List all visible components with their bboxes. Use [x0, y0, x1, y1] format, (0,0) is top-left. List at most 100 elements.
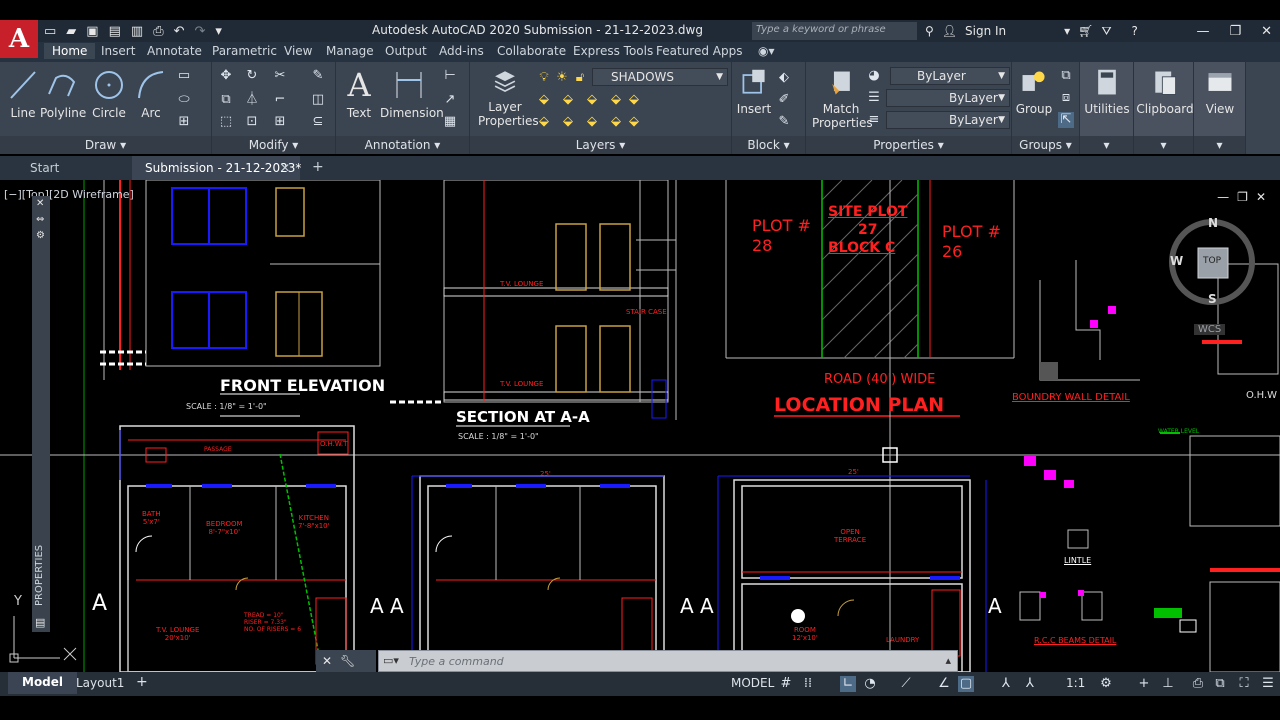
tab-output[interactable]: Output: [385, 44, 427, 58]
layer-properties-button[interactable]: Layer Properties: [478, 68, 539, 128]
qat-dropdown-icon[interactable]: ▾: [215, 24, 222, 39]
new-file-icon[interactable]: ▭: [44, 24, 56, 39]
polar-tracking-icon[interactable]: ◔: [862, 676, 878, 692]
trim-icon[interactable]: ✂: [272, 68, 288, 84]
rotate-icon[interactable]: ↻: [244, 68, 260, 84]
text-button[interactable]: A Text: [342, 68, 376, 120]
layer-freeze-icon[interactable]: ☀: [554, 70, 570, 86]
close-tab-icon[interactable]: ✕: [280, 161, 290, 175]
circle-button[interactable]: Circle: [90, 68, 128, 120]
gradient-icon[interactable]: ⊞: [176, 114, 192, 130]
fillet-icon[interactable]: ⌐: [272, 92, 288, 108]
layer-tool-icon-3[interactable]: ⬙: [584, 92, 600, 108]
clipboard-button[interactable]: Clipboard: [1136, 68, 1194, 116]
linear-dim-icon[interactable]: ⊢: [442, 68, 458, 84]
view-expand[interactable]: ▾: [1194, 136, 1245, 154]
view-button[interactable]: View: [1196, 68, 1244, 116]
object-snap-tracking-icon[interactable]: ∠: [936, 676, 952, 692]
model-layout-tab[interactable]: Model: [8, 672, 78, 694]
new-tab-icon[interactable]: +: [312, 159, 324, 175]
plot-icon[interactable]: ⎙: [153, 24, 163, 39]
layer-tool-icon-1[interactable]: ⬙: [536, 92, 552, 108]
tab-annotate[interactable]: Annotate: [147, 44, 202, 58]
add-layout-button[interactable]: +: [136, 674, 148, 690]
layer-tool-icon-8[interactable]: ⬙: [584, 114, 600, 130]
annotation-monitor-icon[interactable]: +: [1136, 676, 1152, 692]
explode-icon[interactable]: ◫: [310, 92, 326, 108]
user-icon[interactable]: 👤︎: [942, 24, 957, 38]
save-as-icon[interactable]: ▤: [109, 24, 121, 39]
compass-west[interactable]: W: [1170, 254, 1183, 268]
modify-panel-title[interactable]: Modify ▾: [212, 136, 335, 154]
quick-properties-icon[interactable]: ⎙: [1190, 676, 1206, 692]
properties-panel-title[interactable]: Properties ▾: [806, 136, 1011, 154]
command-expand-icon[interactable]: ▴: [945, 654, 951, 667]
viewport-controls-label[interactable]: [−][Top][2D Wireframe]: [4, 188, 134, 201]
layer-tool-icon-2[interactable]: ⬙: [560, 92, 576, 108]
annotation-scale[interactable]: 1:1: [1066, 676, 1085, 690]
utilities-expand[interactable]: ▾: [1080, 136, 1133, 154]
viewcube-top[interactable]: TOP: [1203, 256, 1221, 266]
grid-icon[interactable]: #: [778, 676, 794, 692]
properties-palette[interactable]: ✕ ⇔ ⚙ PROPERTIES ▤: [32, 196, 50, 632]
help-icon[interactable]: ?: [1132, 24, 1138, 38]
layer-tool-icon-5[interactable]: ⬙: [626, 92, 642, 108]
layer-tool-icon-6[interactable]: ⬙: [536, 114, 552, 130]
arc-button[interactable]: Arc: [134, 68, 168, 120]
layer-dropdown[interactable]: SHADOWS ▼: [592, 68, 728, 86]
viewport-close-icon[interactable]: ✕: [1256, 190, 1266, 204]
group-edit-icon[interactable]: ⧈: [1058, 90, 1074, 106]
copy-icon[interactable]: ⧉: [218, 92, 234, 108]
compass-south[interactable]: S: [1208, 292, 1217, 306]
block-panel-title[interactable]: Block ▾: [732, 136, 805, 154]
tab-view[interactable]: View: [284, 44, 312, 58]
command-input[interactable]: ▭▾ Type a command ▴: [378, 650, 958, 672]
lock-ui-icon[interactable]: ⧉: [1212, 676, 1228, 692]
tab-collaborate[interactable]: Collaborate: [497, 44, 566, 58]
close-icon[interactable]: ✕: [1261, 24, 1272, 39]
lineweight-icon[interactable]: ≡: [866, 112, 882, 128]
wcs-menu[interactable]: WCS: [1194, 324, 1226, 335]
open-folder-icon[interactable]: ▰: [66, 24, 76, 39]
tab-add-ins[interactable]: Add-ins: [439, 44, 484, 58]
dimension-button[interactable]: Dimension: [380, 68, 444, 120]
command-history-icon[interactable]: ▭▾: [383, 654, 399, 667]
save-icon[interactable]: ▣: [86, 24, 98, 39]
leader-icon[interactable]: ↗: [442, 92, 458, 108]
tab-home[interactable]: Home: [44, 43, 96, 59]
color-wheel-icon[interactable]: ◕: [866, 68, 882, 84]
minimize-icon[interactable]: —: [1196, 24, 1209, 39]
array-icon[interactable]: ⊞: [272, 114, 288, 130]
hatch-icon[interactable]: ⬭: [176, 92, 192, 108]
layers-panel-title[interactable]: Layers ▾: [470, 136, 731, 154]
annotation-panel-title[interactable]: Annotation ▾: [336, 136, 469, 154]
ribbon-toggle-icon[interactable]: ◉▾: [758, 44, 775, 58]
group-button[interactable]: Group: [1014, 68, 1054, 116]
isometric-icon[interactable]: ⟋: [898, 676, 914, 692]
web-mobile-icon[interactable]: ▥: [131, 24, 143, 39]
compass-north[interactable]: N: [1208, 216, 1218, 230]
a360-icon[interactable]: ⛛: [1101, 24, 1111, 39]
tab-featured-apps[interactable]: Featured Apps: [656, 44, 742, 58]
group-selection-icon[interactable]: ⇱: [1058, 112, 1074, 128]
customization-icon[interactable]: ☰: [1260, 676, 1276, 692]
draw-panel-title[interactable]: Draw ▾: [0, 136, 211, 154]
viewport-restore-icon[interactable]: ❐: [1237, 190, 1248, 204]
command-close-icon[interactable]: ✕: [322, 654, 332, 668]
chevron-down-icon[interactable]: ▾: [1064, 24, 1070, 38]
tab-start[interactable]: Start: [30, 161, 59, 175]
utilities-button[interactable]: Utilities: [1082, 68, 1132, 116]
layer-on-icon[interactable]: 💡︎: [536, 70, 552, 86]
redo-icon[interactable]: ↷: [195, 24, 206, 39]
clipboard-expand[interactable]: ▾: [1134, 136, 1193, 154]
move-icon[interactable]: ✥: [218, 68, 234, 84]
rectangle-icon[interactable]: ▭: [176, 68, 192, 84]
search-input[interactable]: Type a keyword or phrase: [752, 22, 917, 40]
workspace-gear-icon[interactable]: ⚙: [1098, 676, 1114, 692]
command-customize-icon[interactable]: 🔧︎: [340, 654, 355, 668]
linetype-dropdown[interactable]: ByLayer ▼: [886, 89, 1010, 107]
mirror-icon[interactable]: ⏃: [244, 92, 260, 108]
object-snap-icon[interactable]: ▢: [958, 676, 974, 692]
palette-settings-icon[interactable]: ⚙: [36, 230, 45, 241]
clean-screen-icon[interactable]: ⛶: [1236, 676, 1252, 692]
